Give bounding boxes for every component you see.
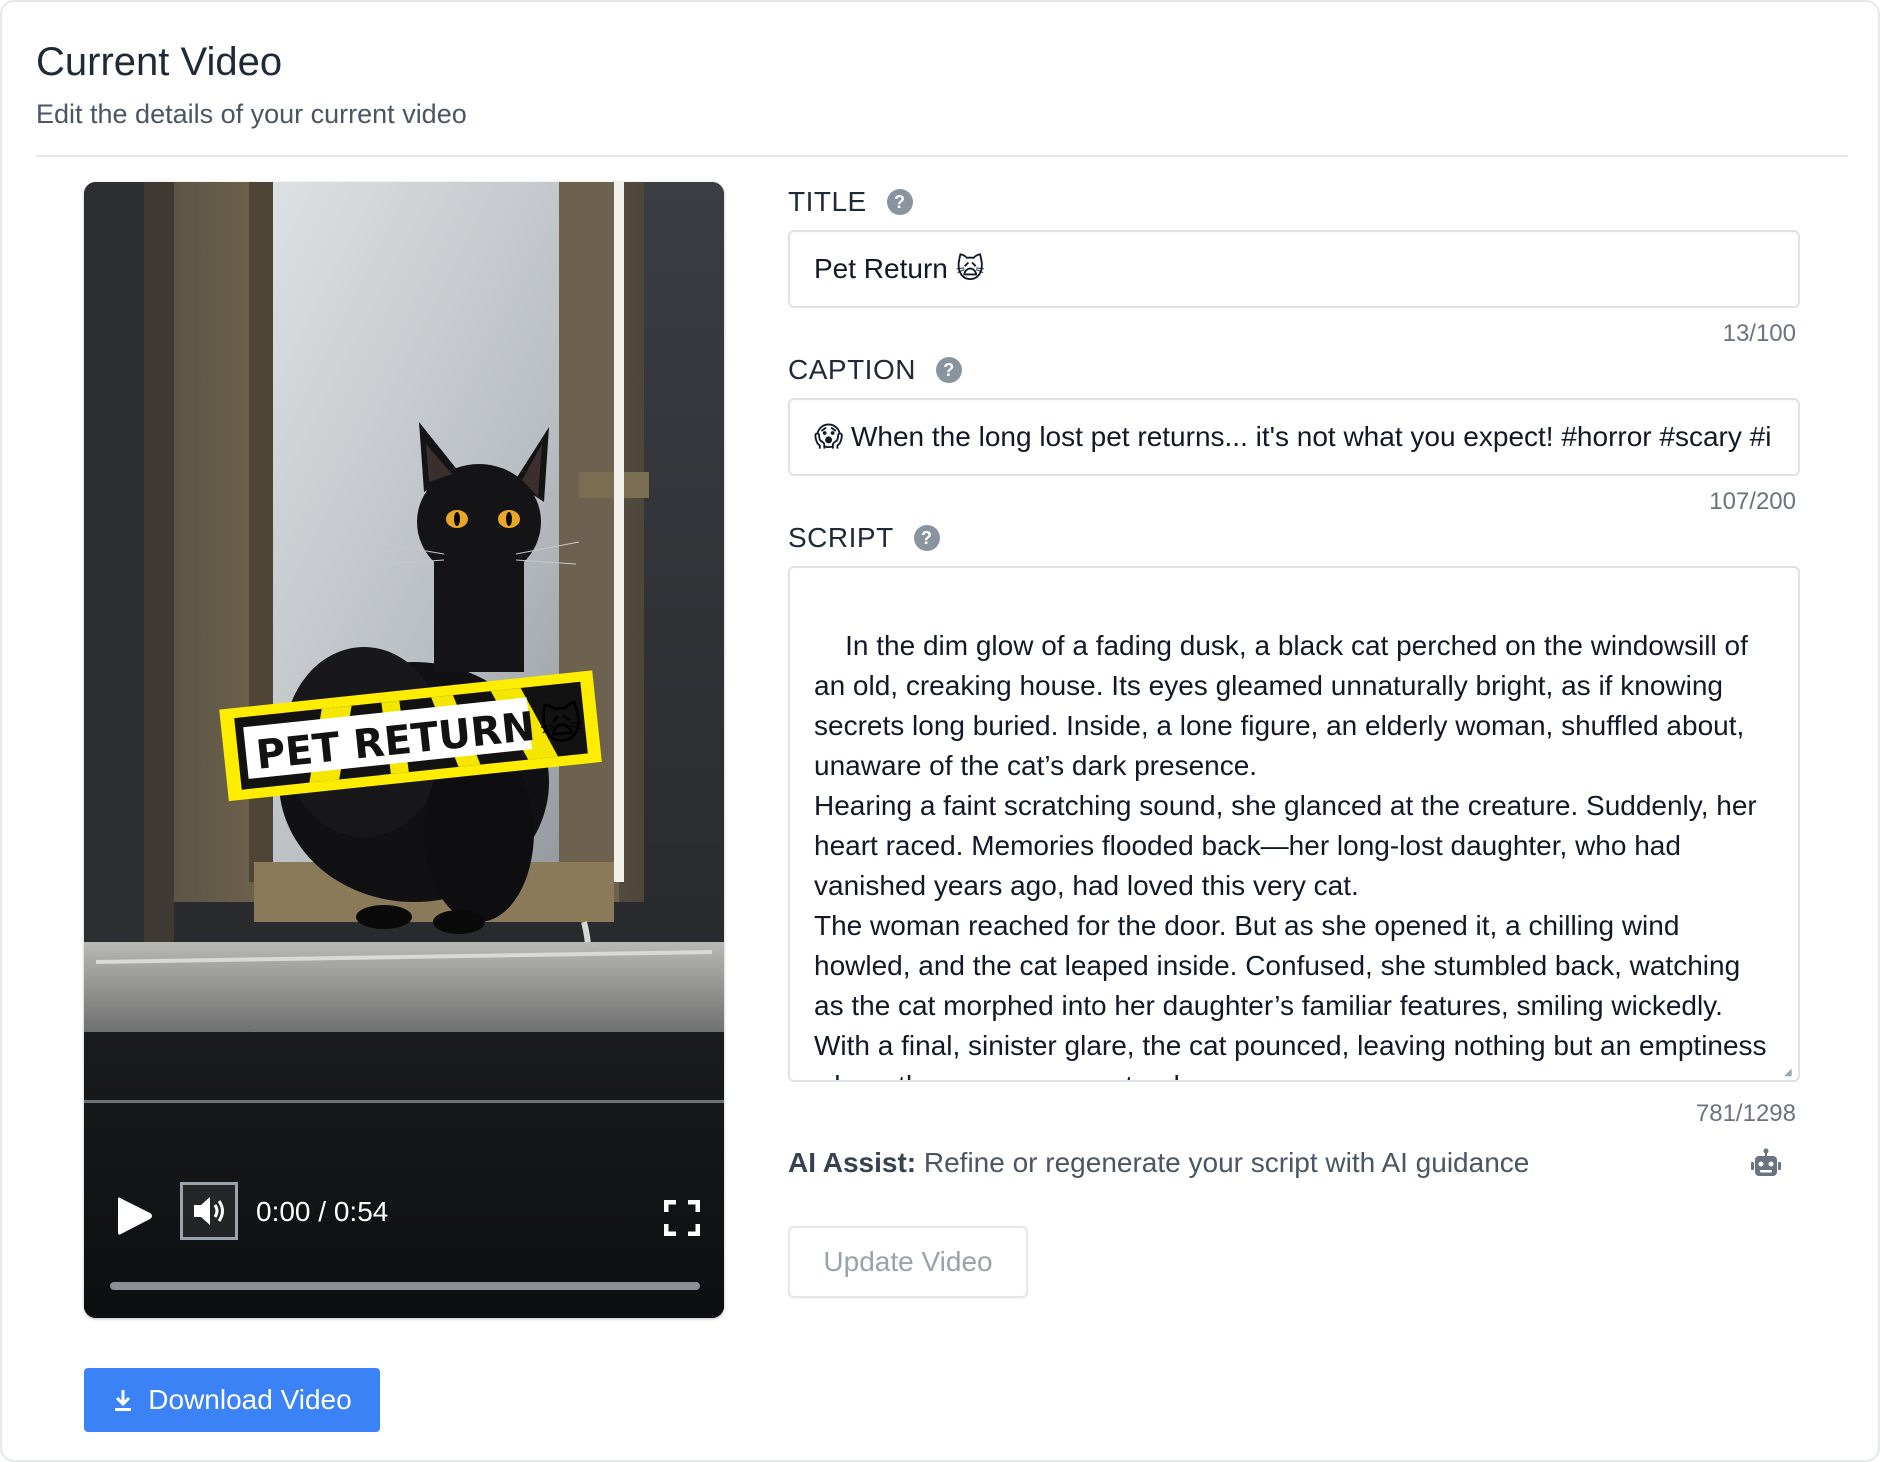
update-video-button[interactable]: Update Video (788, 1226, 1028, 1298)
volume-button[interactable] (180, 1182, 238, 1240)
caption-char-count: 107/200 (1709, 488, 1796, 515)
robot-icon[interactable] (1750, 1148, 1782, 1180)
card-header: Current Video Edit the details of your c… (36, 32, 467, 134)
page-subtitle: Edit the details of your current video (36, 99, 467, 129)
script-text: In the dim glow of a fading dusk, a blac… (814, 630, 1767, 1080)
ai-assist-label: AI Assist: (788, 1147, 917, 1178)
title-label-text: TITLE (788, 186, 867, 217)
title-char-count: 13/100 (1722, 320, 1796, 347)
download-video-label: Download Video (148, 1384, 352, 1415)
ai-assist-text: Refine or regenerate your script with AI… (916, 1147, 1530, 1178)
video-player[interactable]: PET RETURN 🙀 0:00 / 0:54 (84, 182, 724, 1318)
download-video-button[interactable]: Download Video (84, 1368, 380, 1432)
time-separator: / (310, 1196, 334, 1227)
header-divider (36, 155, 1848, 157)
resize-handle-icon[interactable]: ◢ (1784, 1068, 1794, 1078)
play-icon (118, 1197, 152, 1235)
caption-input[interactable]: 😱 When the long lost pet returns... it's… (788, 398, 1800, 476)
ai-assist-row: AI Assist: Refine or regenerate your scr… (788, 1143, 1529, 1183)
overlay-emoji: 🙀 (537, 698, 586, 751)
fullscreen-button[interactable] (664, 1200, 700, 1236)
current-time: 0:00 (256, 1196, 311, 1227)
current-video-card: Current Video Edit the details of your c… (0, 0, 1880, 1462)
volume-icon (194, 1197, 224, 1225)
script-help-icon[interactable]: ? (913, 525, 940, 551)
title-input[interactable]: Pet Return 🙀 (788, 230, 1800, 308)
script-label-text: SCRIPT (788, 522, 894, 553)
script-char-count: 781/1298 (1695, 1100, 1796, 1127)
caption-help-icon[interactable]: ? (935, 357, 962, 383)
script-textarea[interactable]: In the dim glow of a fading dusk, a blac… (788, 566, 1800, 1082)
duration: 0:54 (333, 1196, 389, 1227)
title-help-icon[interactable]: ? (886, 189, 913, 215)
page-title: Current Video (36, 40, 283, 84)
seek-bar[interactable] (110, 1282, 700, 1290)
title-label: TITLE ? (788, 182, 913, 222)
play-button[interactable] (112, 1194, 156, 1238)
caption-label: CAPTION ? (788, 350, 962, 390)
fullscreen-icon (664, 1200, 700, 1236)
caption-label-text: CAPTION (788, 354, 916, 385)
script-label: SCRIPT ? (788, 518, 940, 558)
download-icon (115, 1390, 132, 1411)
time-display: 0:00 / 0:54 (256, 1192, 388, 1232)
